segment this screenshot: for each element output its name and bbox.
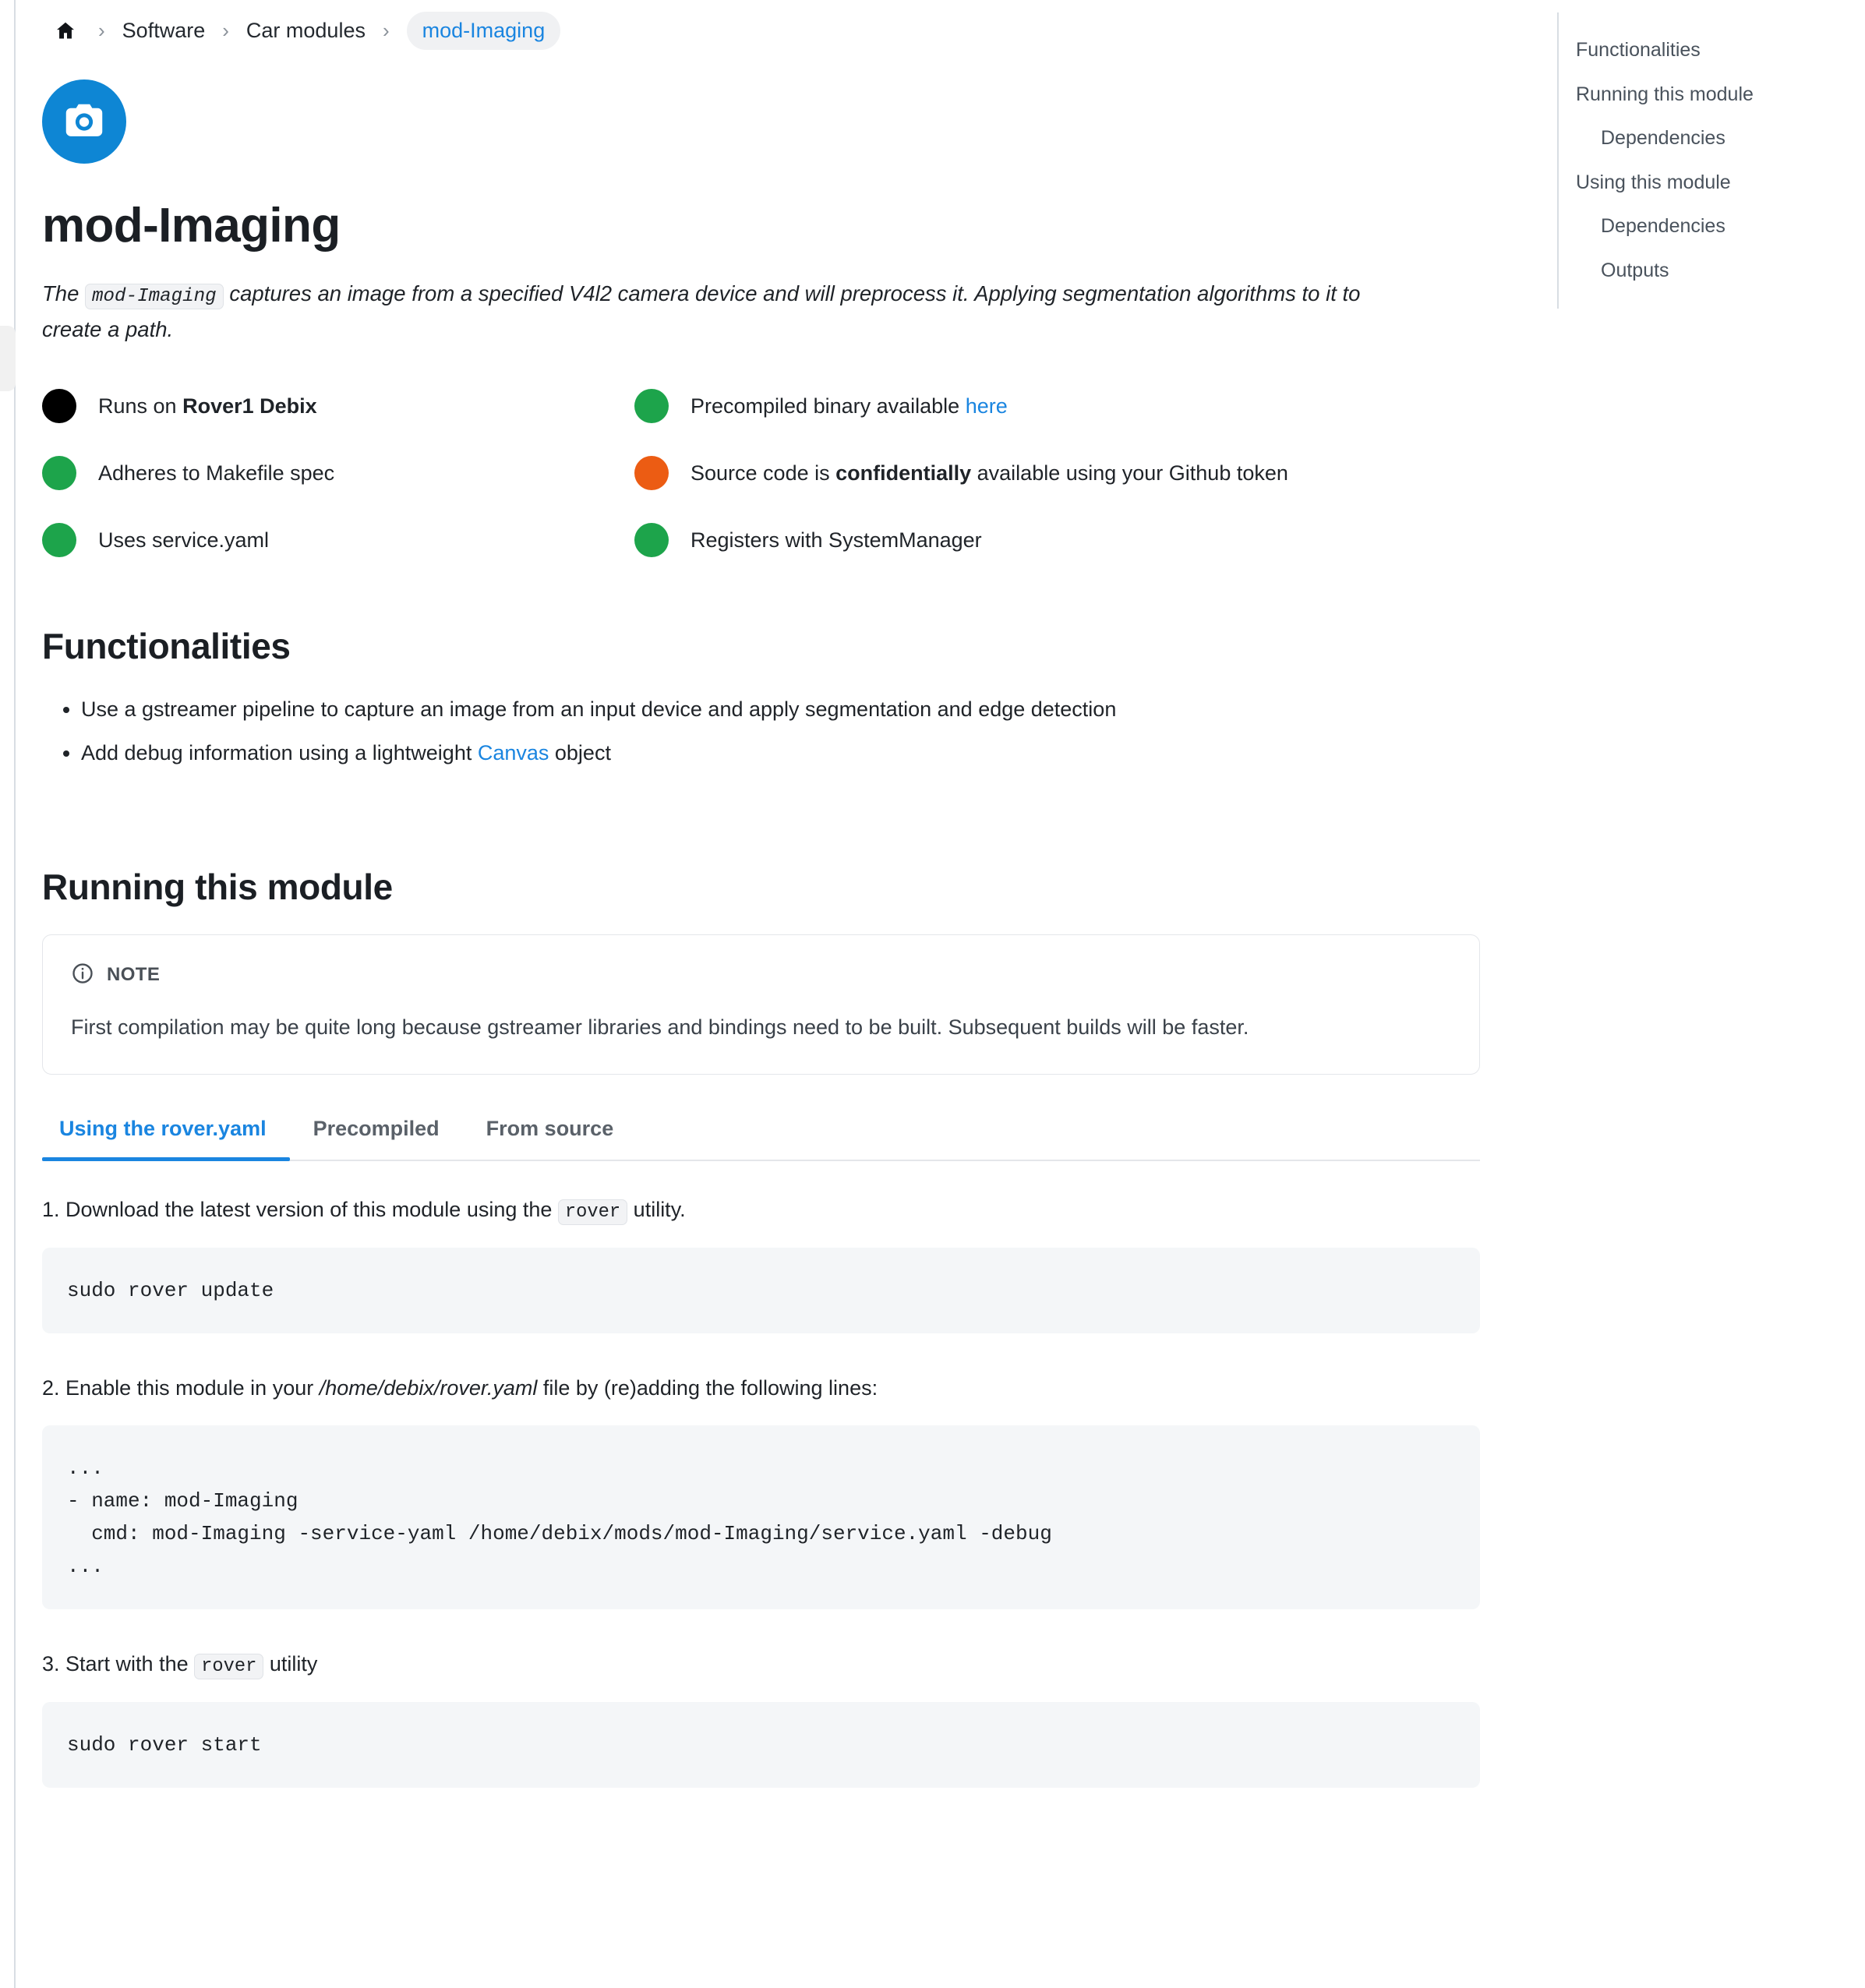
status-item: Runs on Rover1 Debix: [42, 382, 634, 430]
note-body: First compilation may be quite long beca…: [71, 1015, 1249, 1039]
status-emphasis: confidentially: [835, 461, 972, 485]
steps-container: 1. Download the latest version of this m…: [42, 1194, 1507, 1788]
status-item: Registers with SystemManager: [634, 516, 1507, 564]
step-number: 2.: [42, 1376, 60, 1400]
info-icon: [71, 962, 94, 989]
breadcrumb-item-software[interactable]: Software: [122, 19, 206, 43]
toc-item-using-this-module[interactable]: Using this module: [1557, 161, 1853, 205]
functionalities-list: Use a gstreamer pipeline to capture an i…: [42, 694, 1507, 769]
functionality-item: Add debug information using a lightweigh…: [81, 737, 1507, 769]
sidebar-collapse-tab[interactable]: [0, 326, 16, 391]
status-grid: Runs on Rover1 Debix Precompiled binary a…: [42, 382, 1507, 564]
section-heading-running: Running this module: [42, 866, 393, 907]
status-item: Source code is confidentially available …: [634, 449, 1507, 497]
status-dot-black: [42, 388, 76, 423]
status-label: Registers with SystemManager: [691, 528, 982, 552]
toc-item-functionalities[interactable]: Functionalities: [1557, 28, 1853, 72]
inline-code-module-name: mod-Imaging: [85, 284, 224, 310]
install-method-tabs: Using the rover.yaml Precompiled From sour…: [42, 1117, 1480, 1162]
step-number: 3.: [42, 1652, 60, 1676]
left-edge-divider: [14, 0, 16, 1988]
breadcrumb-separator: ›: [382, 19, 390, 42]
toc-item-running-this-module[interactable]: Running this module: [1557, 72, 1853, 117]
step-path: /home/debix/rover.yaml: [319, 1376, 538, 1400]
inline-code: rover: [194, 1654, 264, 1680]
step-2: 2. Enable this module in your /home/debi…: [42, 1376, 878, 1400]
table-of-contents: Functionalities Running this module Depend…: [1557, 28, 1853, 292]
status-label: Source code is confidentially available …: [691, 461, 1288, 485]
breadcrumb: › Software › Car modules › mod-Imaging: [42, 0, 1507, 61]
step-1: 1. Download the latest version of this m…: [42, 1194, 1507, 1227]
step-3: 3. Start with the rover utility: [42, 1648, 1507, 1682]
description-prefix: The: [42, 281, 86, 306]
status-dot-green: [634, 388, 669, 423]
status-dot-orange: [634, 455, 669, 490]
toc-item-dependencies[interactable]: Dependencies: [1557, 116, 1853, 161]
status-label: Runs on Rover1 Debix: [98, 394, 317, 418]
description-suffix: captures an image from a specified V4l2 …: [42, 281, 1361, 341]
page-title: mod-Imaging: [42, 199, 341, 252]
main-content: › Software › Car modules › mod-Imaging m…: [42, 0, 1507, 1858]
status-item: Adheres to Makefile spec: [42, 449, 634, 497]
code-block-2[interactable]: ... - name: mod-Imaging cmd: mod-Imaging…: [42, 1425, 1480, 1610]
tab-precompiled[interactable]: Precompiled: [290, 1117, 463, 1160]
status-label: Uses service.yaml: [98, 528, 270, 552]
code-block-1[interactable]: sudo rover update: [42, 1247, 1480, 1334]
tab-using-the-rover-yaml[interactable]: Using the rover.yaml: [42, 1117, 290, 1162]
note-label: NOTE: [107, 964, 161, 986]
step-number: 1.: [42, 1198, 60, 1222]
status-dot-green: [42, 522, 76, 557]
status-label: Precompiled binary available here: [691, 394, 1008, 418]
breadcrumb-separator: ›: [222, 19, 229, 42]
breadcrumb-separator: ›: [98, 19, 105, 42]
breadcrumb-item-car-modules[interactable]: Car modules: [246, 19, 366, 43]
status-dot-green: [634, 522, 669, 557]
breadcrumb-item-current[interactable]: mod-Imaging: [406, 11, 561, 50]
tab-from-source[interactable]: From source: [463, 1117, 638, 1160]
camera-icon: [42, 79, 126, 164]
status-emphasis: Rover1 Debix: [182, 394, 317, 418]
inline-code: rover: [557, 1199, 628, 1226]
section-heading-functionalities: Functionalities: [42, 625, 291, 666]
note-header: NOTE: [71, 962, 1451, 989]
status-dot-green: [42, 455, 76, 490]
functionality-item: Use a gstreamer pipeline to capture an i…: [81, 694, 1507, 726]
status-link[interactable]: here: [966, 394, 1008, 418]
functionality-link[interactable]: Canvas: [478, 741, 549, 764]
status-item: Precompiled binary available here: [634, 382, 1507, 430]
status-label: Adheres to Makefile spec: [98, 461, 335, 485]
status-item: Uses service.yaml: [42, 516, 634, 564]
code-block-3[interactable]: sudo rover start: [42, 1702, 1480, 1788]
page-description: The mod-Imaging captures an image from a…: [42, 277, 1367, 346]
toc-item-dependencies[interactable]: Dependencies: [1557, 204, 1853, 249]
toc-item-outputs[interactable]: Outputs: [1557, 249, 1853, 293]
home-icon[interactable]: [50, 16, 81, 44]
note-callout: NOTE First compilation may be quite long…: [42, 934, 1480, 1075]
